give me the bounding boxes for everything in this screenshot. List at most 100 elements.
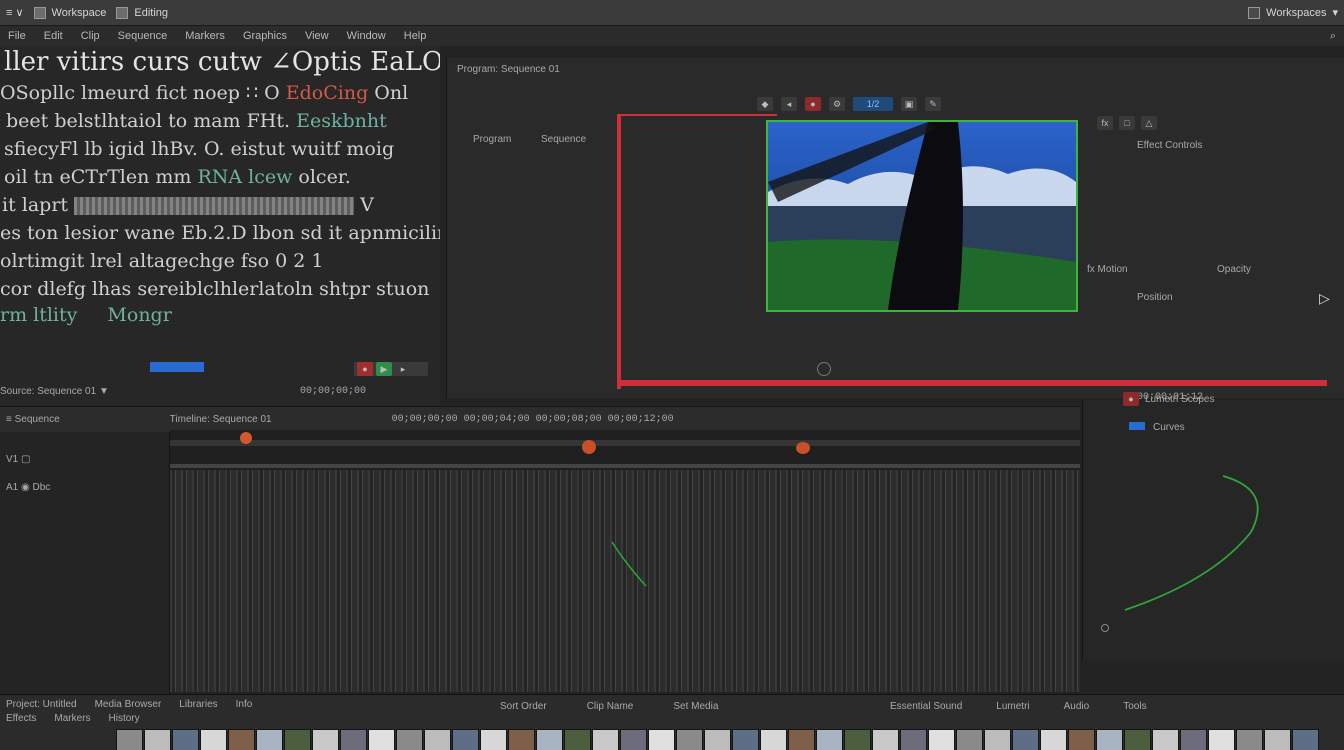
menu-item-edit[interactable]: Edit	[44, 30, 63, 42]
source-label[interactable]: Source: Sequence 01 ▼	[0, 386, 109, 397]
thumbnail[interactable]	[256, 729, 283, 750]
track-label-v1[interactable]: V1 ▢	[6, 454, 30, 465]
thumbnail[interactable]	[984, 729, 1011, 750]
step-back-icon[interactable]: ◂	[781, 97, 797, 111]
thumbnail[interactable]	[1208, 729, 1235, 750]
thumbnail[interactable]	[648, 729, 675, 750]
keyframe-marker[interactable]	[796, 442, 810, 454]
step-forward-icon[interactable]: ▸	[395, 362, 411, 376]
thumbnail[interactable]	[340, 729, 367, 750]
thumbnail[interactable]	[592, 729, 619, 750]
column-media[interactable]: Set Media	[673, 701, 718, 712]
thumbnail[interactable]	[480, 729, 507, 750]
sequence-tab[interactable]: ≡ Sequence	[6, 414, 60, 425]
square-icon[interactable]: □	[1119, 116, 1135, 130]
tab-markers[interactable]: Markers	[54, 713, 90, 724]
thumbnail[interactable]	[1124, 729, 1151, 750]
curves-field[interactable]: Curves	[1153, 422, 1185, 433]
record-icon[interactable]: ●	[357, 362, 373, 376]
jog-knob[interactable]	[817, 362, 831, 376]
video-preview[interactable]	[766, 120, 1078, 312]
thumbnail[interactable]	[1236, 729, 1263, 750]
thumbnail[interactable]	[1180, 729, 1207, 750]
tab-project[interactable]: Project: Untitled	[6, 699, 77, 710]
track-label-a1[interactable]: A1 ◉ Dbc	[6, 482, 50, 493]
timeline-tracks[interactable]	[170, 430, 1080, 692]
scope-chip[interactable]	[1129, 422, 1145, 430]
thumbnail[interactable]	[116, 729, 143, 750]
thumbnail[interactable]	[368, 729, 395, 750]
thumbnail[interactable]	[732, 729, 759, 750]
thumbnail[interactable]	[284, 729, 311, 750]
thumbnail[interactable]	[564, 729, 591, 750]
thumbnail[interactable]	[536, 729, 563, 750]
tab-essential-sound[interactable]: Essential Sound	[890, 701, 962, 712]
thumbnail[interactable]	[872, 729, 899, 750]
thumbnail[interactable]	[788, 729, 815, 750]
thumbnail[interactable]	[844, 729, 871, 750]
play-icon[interactable]: ▶	[376, 362, 392, 376]
tab-libraries[interactable]: Libraries	[179, 699, 217, 710]
menu-item-clip[interactable]: Clip	[81, 30, 100, 42]
menu-item-sequence[interactable]: Sequence	[118, 30, 168, 42]
thumbnail[interactable]	[1152, 729, 1179, 750]
marker-icon[interactable]: ◆	[757, 97, 773, 111]
workspaces-menu[interactable]: Workspaces ▾	[1248, 6, 1338, 19]
tab-tools[interactable]: Tools	[1123, 701, 1146, 712]
fx-icon[interactable]: fx	[1097, 116, 1113, 130]
column-clip-name[interactable]: Clip Name	[587, 701, 634, 712]
tab-audio[interactable]: Audio	[1064, 701, 1090, 712]
tab-media-browser[interactable]: Media Browser	[95, 699, 162, 710]
menu-item-graphics[interactable]: Graphics	[243, 30, 287, 42]
record-icon[interactable]: ●	[805, 97, 821, 111]
tab-effects[interactable]: Effects	[6, 713, 36, 724]
triangle-icon[interactable]: △	[1141, 116, 1157, 130]
thumbnail[interactable]	[1096, 729, 1123, 750]
menu-item-view[interactable]: View	[305, 30, 329, 42]
thumbnail[interactable]	[1292, 729, 1319, 750]
thumbnail[interactable]	[928, 729, 955, 750]
thumbnail[interactable]	[452, 729, 479, 750]
menu-icon[interactable]: ≡ ∨	[6, 6, 24, 19]
editing-button[interactable]: Editing	[116, 6, 168, 19]
thumbnail[interactable]	[816, 729, 843, 750]
record-icon[interactable]: ●	[1123, 392, 1139, 406]
thumbnail[interactable]	[900, 729, 927, 750]
thumbnail[interactable]	[228, 729, 255, 750]
menu-item-window[interactable]: Window	[347, 30, 386, 42]
thumbnail[interactable]	[424, 729, 451, 750]
thumbnail[interactable]	[1040, 729, 1067, 750]
tab-info[interactable]: Info	[236, 699, 253, 710]
thumbnail[interactable]	[508, 729, 535, 750]
thumbnail[interactable]	[956, 729, 983, 750]
column-sort[interactable]: Sort Order	[500, 701, 547, 712]
zoom-chip[interactable]: 1/2	[853, 97, 893, 111]
time-ruler[interactable]	[170, 440, 1080, 446]
export-frame-icon[interactable]: ▣	[901, 97, 917, 111]
menu-item-markers[interactable]: Markers	[185, 30, 225, 42]
thumbnail[interactable]	[676, 729, 703, 750]
thumbnail[interactable]	[1264, 729, 1291, 750]
search-icon[interactable]: ⌕	[1330, 30, 1336, 43]
tab-lumetri[interactable]: Lumetri	[996, 701, 1029, 712]
thumbnail[interactable]	[200, 729, 227, 750]
tab-history[interactable]: History	[109, 713, 140, 724]
play-icon[interactable]: ▷	[1319, 290, 1330, 307]
thumbnail[interactable]	[620, 729, 647, 750]
thumbnail[interactable]	[1068, 729, 1095, 750]
curve-point-icon[interactable]	[1101, 624, 1109, 632]
thumbnail[interactable]	[760, 729, 787, 750]
thumbnail[interactable]	[396, 729, 423, 750]
app-menu[interactable]: ≡ ∨	[6, 6, 24, 19]
menu-item-file[interactable]: File	[8, 30, 26, 42]
thumbnail[interactable]	[704, 729, 731, 750]
menu-item-help[interactable]: Help	[404, 30, 427, 42]
thumbnail[interactable]	[312, 729, 339, 750]
thumbnail[interactable]	[144, 729, 171, 750]
workspace-button[interactable]: Workspace	[33, 6, 106, 19]
wrench-icon[interactable]: ✎	[925, 97, 941, 111]
thumbnail[interactable]	[172, 729, 199, 750]
settings-icon[interactable]: ⚙	[829, 97, 845, 111]
thumbnail[interactable]	[1012, 729, 1039, 750]
progress-bar[interactable]	[150, 362, 204, 372]
